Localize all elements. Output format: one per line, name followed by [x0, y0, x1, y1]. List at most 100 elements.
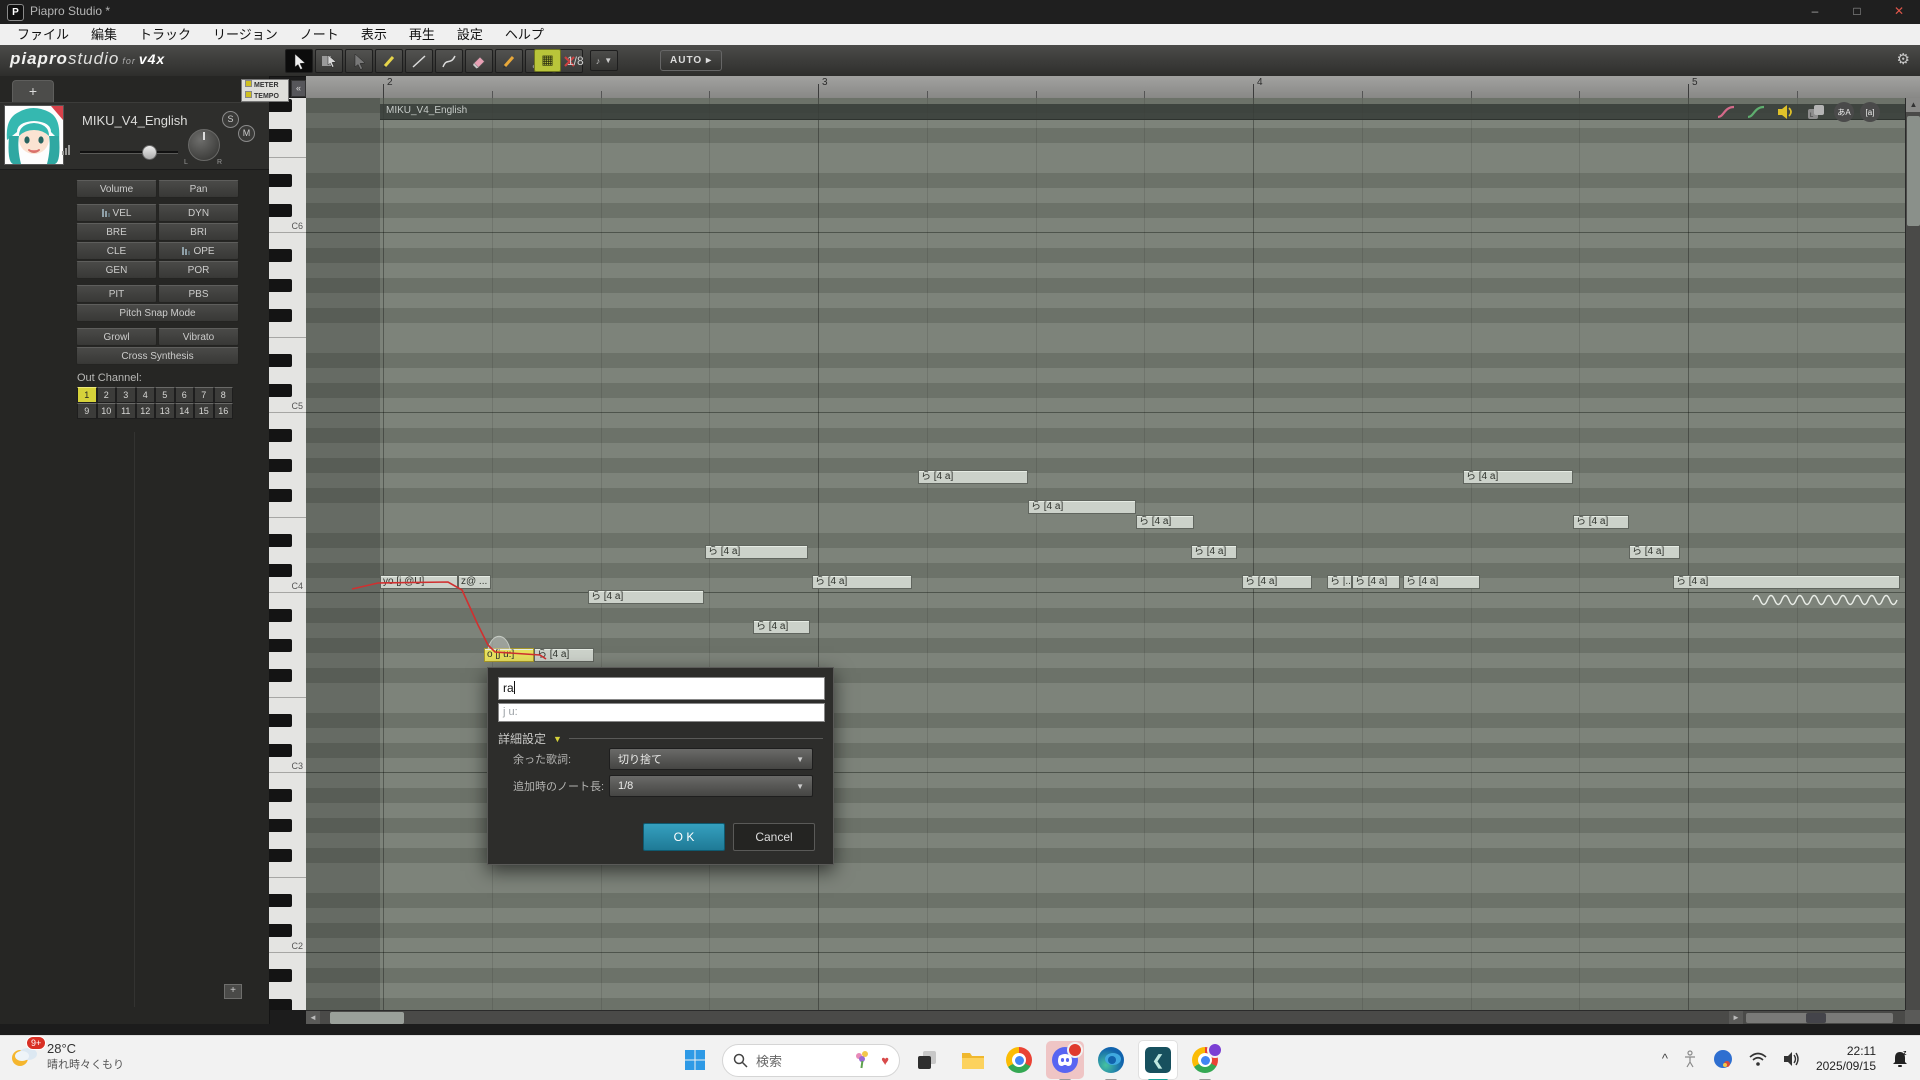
note[interactable]: ら [4 a] [1403, 575, 1480, 589]
note[interactable]: ら [4 a] [588, 590, 704, 604]
note[interactable]: ら [4 a] [1573, 515, 1629, 529]
piano-key-black[interactable] [269, 714, 292, 727]
region-pointer-tool[interactable] [315, 49, 343, 73]
panel-button-dyn[interactable]: DYN [158, 204, 239, 222]
maximize-button[interactable]: □ [1836, 0, 1878, 24]
piano-key-black[interactable] [269, 354, 292, 367]
piano-key-black[interactable] [269, 894, 292, 907]
channel-6[interactable]: 6 [175, 387, 195, 403]
keyboard-zoom-plus-button[interactable]: + [224, 984, 242, 999]
panel-button-bre[interactable]: BRE [76, 223, 157, 241]
piano-key-black[interactable] [269, 489, 292, 502]
volume-slider-thumb[interactable] [142, 145, 157, 160]
add-track-button[interactable]: + [12, 80, 54, 102]
file-explorer-button[interactable] [954, 1041, 992, 1079]
piano-key-black[interactable] [269, 849, 292, 862]
accessibility-icon[interactable] [1682, 1050, 1698, 1068]
piano-key-black[interactable] [269, 534, 292, 547]
piano-key-black[interactable] [269, 279, 292, 292]
panel-button-cle[interactable]: CLE [76, 242, 157, 260]
note[interactable]: ら [4 a] [1136, 515, 1194, 529]
meter-tempo-box[interactable]: METER TEMPO [241, 79, 289, 102]
piano-key-black[interactable] [269, 204, 292, 217]
dropdown-added-note-length[interactable]: 1/8▼ [609, 775, 813, 797]
channel-7[interactable]: 7 [194, 387, 214, 403]
channel-13[interactable]: 13 [155, 403, 175, 419]
pan-knob[interactable] [188, 129, 220, 161]
menu-settings[interactable]: 設定 [446, 24, 494, 45]
chrome-profile-button[interactable] [1186, 1041, 1224, 1079]
do-not-disturb-bell-icon[interactable]: z [1890, 1049, 1910, 1069]
piano-key-black[interactable] [269, 249, 292, 262]
mute-button[interactable]: M [238, 125, 255, 142]
channel-2[interactable]: 2 [97, 387, 117, 403]
piano-key-black[interactable] [269, 309, 292, 322]
phoneme-toggle-icon[interactable]: [a] [1860, 102, 1880, 122]
menu-note[interactable]: ノート [289, 24, 350, 45]
piano-key-black[interactable] [269, 429, 292, 442]
piano-key-black[interactable] [269, 669, 292, 682]
note[interactable]: ら [4 a] [705, 545, 808, 559]
piano-roll-grid[interactable]: MIKU_V4_English yo [j @U]z@ ...ら [4 a]ら … [306, 98, 1905, 1010]
auto-button[interactable]: AUTO ▸ [660, 50, 722, 71]
line-tool[interactable] [405, 49, 433, 73]
menu-view[interactable]: 表示 [350, 24, 398, 45]
volume-slider[interactable] [80, 151, 178, 154]
piano-key-black[interactable] [269, 789, 292, 802]
pitch-snap-icon[interactable] [1744, 102, 1768, 122]
phoneme-input[interactable]: j u: [498, 703, 825, 722]
note[interactable]: ら [4 a] [1191, 545, 1237, 559]
channel-8[interactable]: 8 [214, 387, 234, 403]
channel-14[interactable]: 14 [175, 403, 195, 419]
note[interactable]: ら |... [1327, 575, 1352, 589]
piano-key-black[interactable] [269, 639, 292, 652]
curve-tool[interactable] [435, 49, 463, 73]
note[interactable]: ら [4 a] [1028, 500, 1136, 514]
clock[interactable]: 22:11 2025/09/15 [1816, 1044, 1876, 1074]
menu-help[interactable]: ヘルプ [494, 24, 555, 45]
channel-3[interactable]: 3 [116, 387, 136, 403]
channel-9[interactable]: 9 [77, 403, 97, 419]
gear-icon[interactable]: ⚙ [1897, 50, 1910, 68]
note[interactable]: ら [4 a] [1629, 545, 1680, 559]
scroll-right-button[interactable]: ► [1729, 1011, 1743, 1025]
menu-play[interactable]: 再生 [398, 24, 446, 45]
layers-icon[interactable]: L [1804, 102, 1828, 122]
note[interactable]: ら [4 a] [918, 470, 1028, 484]
note[interactable]: ら [4 a] [1463, 470, 1573, 484]
panel-button-vibrato[interactable]: Vibrato [158, 328, 239, 346]
kana-toggle-icon[interactable]: あA [1834, 102, 1854, 122]
piano-key-black[interactable] [269, 174, 292, 187]
horizontal-scrollbar[interactable]: ◄ ► [306, 1010, 1905, 1025]
panel-button-pbs[interactable]: PBS [158, 285, 239, 303]
wifi-icon[interactable] [1748, 1051, 1768, 1067]
note[interactable]: ら [4 a] [1352, 575, 1400, 589]
menu-track[interactable]: トラック [128, 24, 202, 45]
menu-file[interactable]: ファイル [6, 24, 80, 45]
drag-tool[interactable] [345, 49, 373, 73]
vertical-scroll-thumb[interactable] [1907, 116, 1920, 226]
hidden-icons-chevron[interactable]: ^ [1662, 1051, 1668, 1066]
chrome-button[interactable] [1000, 1041, 1038, 1079]
piano-key-black[interactable] [269, 744, 292, 757]
piano-key-black[interactable] [269, 609, 292, 622]
panel-button-gen[interactable]: GEN [76, 261, 157, 279]
zoom-slider-thumb[interactable] [1806, 1013, 1826, 1023]
menu-region[interactable]: リージョン [202, 24, 289, 45]
search-box[interactable]: 検索 ♥ [722, 1044, 900, 1077]
weather-widget[interactable]: 9+ 28°C 晴れ時々くもり [8, 1040, 124, 1072]
channel-16[interactable]: 16 [214, 403, 234, 419]
panel-button-pit[interactable]: PIT [76, 285, 157, 303]
channel-15[interactable]: 15 [194, 403, 214, 419]
close-button[interactable]: ✕ [1878, 0, 1920, 24]
scroll-left-button[interactable]: ◄ [306, 1011, 320, 1025]
panel-button-vel[interactable]: VEL [76, 204, 157, 222]
dropdown-overflow-lyrics[interactable]: 切り捨て▼ [609, 748, 813, 770]
speaker-icon[interactable] [1782, 1051, 1802, 1067]
piano-key-black[interactable] [269, 129, 292, 142]
pencil-tool[interactable] [375, 49, 403, 73]
channel-10[interactable]: 10 [97, 403, 117, 419]
pitch-line-icon[interactable] [1714, 102, 1738, 122]
zoom-slider[interactable] [1746, 1013, 1893, 1023]
menu-edit[interactable]: 編集 [80, 24, 128, 45]
